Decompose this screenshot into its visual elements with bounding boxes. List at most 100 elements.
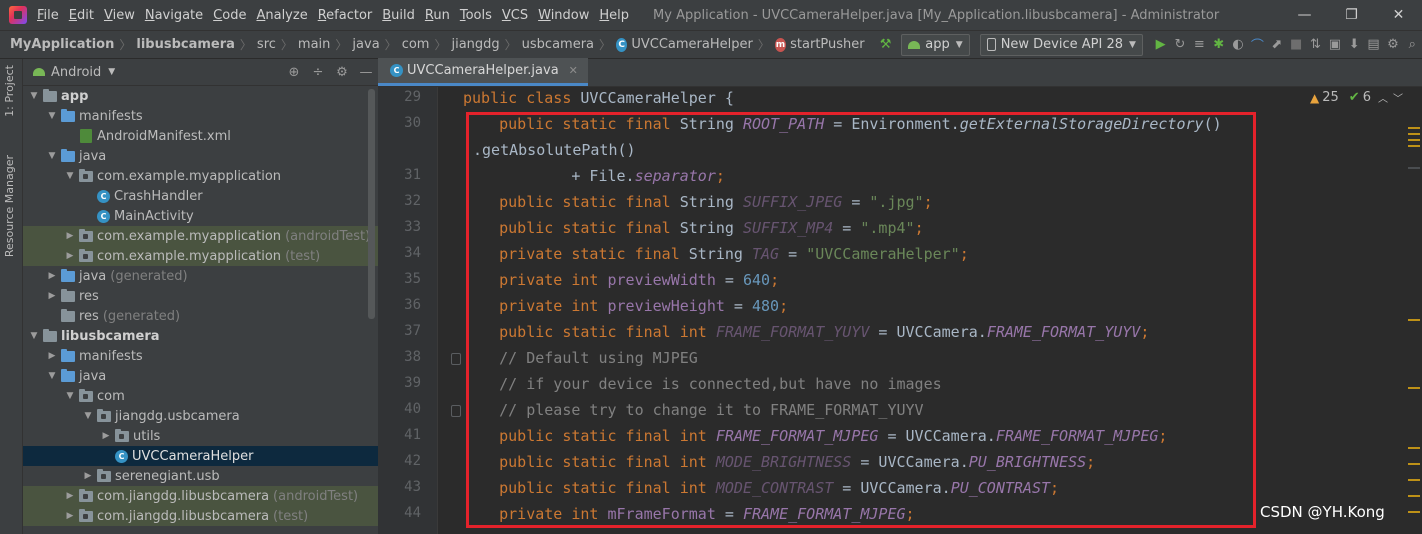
- menu-refactor[interactable]: Refactor: [318, 8, 373, 23]
- chevron-down-icon[interactable]: ▼: [45, 111, 59, 121]
- menu-help[interactable]: Help: [599, 8, 629, 23]
- tree-item-manifests[interactable]: ▼ manifests: [23, 106, 378, 126]
- chevron-down-icon[interactable]: ﹀: [1393, 90, 1403, 105]
- breadcrumb-project[interactable]: MyApplication: [10, 37, 114, 52]
- code-line[interactable]: private int previewWidth = 640;: [463, 269, 779, 291]
- tree-item-java[interactable]: ▼ java: [23, 146, 378, 166]
- tree-item-manifests[interactable]: ▶ manifests: [23, 346, 378, 366]
- avd-manager-icon[interactable]: ▣: [1325, 34, 1344, 56]
- debug-icon[interactable]: ✱: [1209, 34, 1228, 56]
- menu-analyze[interactable]: Analyze: [256, 8, 307, 23]
- chevron-right-icon[interactable]: ▶: [63, 511, 77, 521]
- chevron-down-icon[interactable]: ▼: [63, 171, 77, 181]
- breadcrumb-usbcamera[interactable]: usbcamera: [522, 37, 594, 52]
- menu-navigate[interactable]: Navigate: [145, 8, 203, 23]
- apply-changes-icon[interactable]: ↻: [1170, 34, 1189, 56]
- error-stripe-mark[interactable]: [1408, 479, 1420, 481]
- menu-build[interactable]: Build: [382, 8, 415, 23]
- breadcrumb-class[interactable]: UVCCameraHelper: [631, 37, 752, 52]
- tree-item-crashhandler[interactable]: C CrashHandler: [23, 186, 378, 206]
- error-stripe-mark[interactable]: [1408, 139, 1420, 141]
- chevron-down-icon[interactable]: ▼: [45, 371, 59, 381]
- breadcrumb-src[interactable]: src: [257, 37, 276, 52]
- hammer-icon[interactable]: ⚒: [876, 34, 895, 56]
- breadcrumb-jiangdg[interactable]: jiangdg: [451, 37, 499, 52]
- restore-icon[interactable]: ❐: [1328, 0, 1375, 30]
- menu-window[interactable]: Window: [538, 8, 589, 23]
- code-line[interactable]: private int mFrameFormat = FRAME_FORMAT_…: [463, 503, 914, 525]
- code-line[interactable]: public static final String SUFFIX_JPEG =…: [463, 191, 933, 213]
- device-explorer-icon[interactable]: ⚙: [1383, 34, 1402, 56]
- chevron-right-icon[interactable]: ▶: [63, 251, 77, 261]
- tree-item-com[interactable]: ▼ com: [23, 386, 378, 406]
- run-config-select[interactable]: app ▼: [901, 33, 970, 56]
- inspection-widget[interactable]: ▲ 25 ✔ 6 ︿ ﹀: [1310, 90, 1403, 105]
- error-stripe-mark[interactable]: [1408, 319, 1420, 321]
- chevron-down-icon[interactable]: ▼: [81, 411, 95, 421]
- locate-icon[interactable]: ⊕: [282, 61, 306, 83]
- tree-item-java[interactable]: ▼ java: [23, 366, 378, 386]
- gear-icon[interactable]: ⚙: [330, 61, 354, 83]
- code-line[interactable]: private int previewHeight = 480;: [463, 295, 788, 317]
- chevron-right-icon[interactable]: ▶: [63, 231, 77, 241]
- tree-item-package-androidtest[interactable]: ▶ com.example.myapplication (androidTest): [23, 226, 378, 246]
- code-line[interactable]: public static final int MODE_CONTRAST = …: [463, 477, 1059, 499]
- error-stripe-mark[interactable]: [1408, 495, 1420, 497]
- code-line[interactable]: public static final int MODE_BRIGHTNESS …: [463, 451, 1095, 473]
- error-stripe-mark[interactable]: [1408, 145, 1420, 147]
- hide-icon[interactable]: —: [354, 61, 378, 83]
- code-line[interactable]: public static final int FRAME_FORMAT_MJP…: [463, 425, 1167, 447]
- menu-vcs[interactable]: VCS: [502, 8, 528, 23]
- tree-item-lib-package-androidtest[interactable]: ▶ com.jiangdg.libusbcamera (androidTest): [23, 486, 378, 506]
- code-line[interactable]: private static final String TAG = "UVCCa…: [463, 243, 969, 265]
- error-stripe-mark[interactable]: [1408, 133, 1420, 135]
- chevron-down-icon[interactable]: ▼: [27, 91, 41, 101]
- editor-scrollbar[interactable]: [1404, 87, 1422, 534]
- error-stripe-mark[interactable]: [1408, 511, 1420, 513]
- close-window-icon[interactable]: ✕: [1375, 0, 1422, 30]
- search-icon[interactable]: ⌕: [1403, 34, 1422, 56]
- menu-view[interactable]: View: [104, 8, 135, 23]
- layout-inspector-icon[interactable]: ▤: [1364, 34, 1383, 56]
- chevron-down-icon[interactable]: ▼: [45, 151, 59, 161]
- chevron-right-icon[interactable]: ▶: [45, 291, 59, 301]
- code-line[interactable]: + File.separator;: [463, 165, 725, 187]
- chevron-up-icon[interactable]: ︿: [1378, 90, 1388, 105]
- error-stripe-mark[interactable]: [1408, 463, 1420, 465]
- chevron-down-icon[interactable]: ▼: [63, 391, 77, 401]
- chevron-down-icon[interactable]: ▼: [27, 331, 41, 341]
- chevron-right-icon[interactable]: ▶: [45, 351, 59, 361]
- tree-item-libusbcamera[interactable]: ▼ libusbcamera: [23, 326, 378, 346]
- tree-item-package[interactable]: ▼ com.example.myapplication: [23, 166, 378, 186]
- project-tool-tab[interactable]: 1: Project: [3, 65, 16, 117]
- code-line[interactable]: .getAbsolutePath(): [473, 139, 636, 161]
- breadcrumb-module[interactable]: libusbcamera: [136, 37, 235, 52]
- tree-item-serenegiant-usb[interactable]: ▶ serenegiant.usb: [23, 466, 378, 486]
- error-stripe-mark[interactable]: [1408, 447, 1420, 449]
- project-scrollbar[interactable]: [368, 89, 375, 319]
- menu-code[interactable]: Code: [213, 8, 246, 23]
- tree-item-lib-package-test[interactable]: ▶ com.jiangdg.libusbcamera (test): [23, 506, 378, 526]
- tree-item-uvccamerahelper[interactable]: C UVCCameraHelper: [23, 446, 378, 466]
- menu-run[interactable]: Run: [425, 8, 450, 23]
- code-line[interactable]: public static final String SUFFIX_MP4 = …: [463, 217, 923, 239]
- tree-item-res-generated[interactable]: res (generated): [23, 306, 378, 326]
- tree-item-utils[interactable]: ▶ utils: [23, 426, 378, 446]
- tree-item-res[interactable]: ▶ res: [23, 286, 378, 306]
- code-area[interactable]: public class UVCCameraHelper { public st…: [378, 87, 1422, 534]
- run-icon[interactable]: ▶: [1151, 34, 1170, 56]
- tree-item-package-test[interactable]: ▶ com.example.myapplication (test): [23, 246, 378, 266]
- tab-uvccamerahelper[interactable]: C UVCCameraHelper.java ✕: [378, 58, 588, 86]
- code-line[interactable]: public static final int FRAME_FORMAT_YUY…: [463, 321, 1149, 343]
- tree-item-jiangdg-usbcamera[interactable]: ▼ jiangdg.usbcamera: [23, 406, 378, 426]
- tree-item-java-generated[interactable]: ▶ java (generated): [23, 266, 378, 286]
- device-select[interactable]: New Device API 28 ▼: [979, 33, 1143, 56]
- code-line[interactable]: // please try to change it to FRAME_FORM…: [463, 399, 923, 421]
- error-stripe-mark[interactable]: [1408, 387, 1420, 389]
- code-line[interactable]: public class UVCCameraHelper {: [463, 87, 734, 109]
- attach-debugger-icon[interactable]: ⬈: [1267, 34, 1286, 56]
- chevron-down-icon[interactable]: ▼: [108, 67, 115, 77]
- chevron-right-icon[interactable]: ▶: [63, 491, 77, 501]
- code-line[interactable]: // if your device is connected,but have …: [463, 373, 942, 395]
- stop-icon[interactable]: ■: [1286, 34, 1305, 56]
